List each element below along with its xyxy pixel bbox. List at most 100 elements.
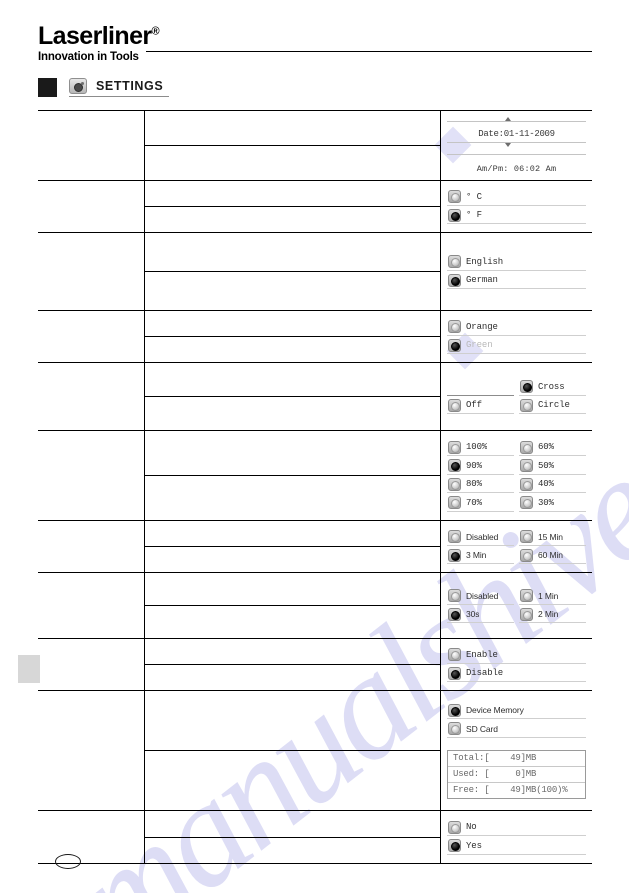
settings-row-storage: Device Memory SD Card Total:[ 49]MB Used: [… <box>38 691 592 811</box>
lcd-option-sd-card[interactable]: SD Card <box>447 721 586 738</box>
lcd-option-60[interactable]: 60% <box>519 440 586 456</box>
radio-unselected-icon[interactable] <box>448 440 461 454</box>
lcd-option-1-min[interactable]: 1 Min <box>519 588 586 605</box>
lcd-option-off[interactable]: Off <box>447 398 514 414</box>
radio-unselected-icon[interactable] <box>448 190 461 203</box>
lcd-option-label: SD Card <box>466 723 498 734</box>
arrow-up-icon[interactable] <box>504 117 511 121</box>
radio-selected-icon[interactable] <box>448 548 461 562</box>
memory-used-value: Used: [ 0]MB <box>448 767 585 783</box>
radio-selected-icon[interactable] <box>448 703 461 717</box>
radio-unselected-icon[interactable] <box>520 398 533 412</box>
lcd-option-disabled[interactable]: Disabled <box>447 529 514 546</box>
radio-unselected-icon[interactable] <box>448 722 461 735</box>
lcd-option-row: Enable <box>447 647 586 664</box>
lcd-option-no[interactable]: No <box>447 820 586 836</box>
radio-unselected-icon[interactable] <box>448 530 461 543</box>
radio-unselected-icon[interactable] <box>520 589 533 602</box>
date-value: Date:01-11-2009 <box>478 129 555 139</box>
column-icon-cell <box>38 181 145 232</box>
lcd-option-100[interactable]: 100% <box>447 440 514 456</box>
radio-unselected-icon[interactable] <box>448 648 461 661</box>
lcd-option-40[interactable]: 40% <box>519 477 586 493</box>
description-sub-row <box>145 691 440 751</box>
description-sub-row <box>145 838 440 864</box>
radio-unselected-icon[interactable] <box>520 440 533 454</box>
lcd-option-90[interactable]: 90% <box>447 458 514 475</box>
description-sub-row <box>145 337 440 362</box>
lcd-option-label: Yes <box>466 840 482 851</box>
radio-selected-icon[interactable] <box>448 607 461 621</box>
lcd-option-f[interactable]: ° F <box>447 208 586 224</box>
lcd-option-label: Disable <box>466 668 504 678</box>
lcd-option-row: Device Memory <box>447 703 586 719</box>
radio-selected-icon[interactable] <box>448 338 461 352</box>
radio-selected-icon[interactable] <box>448 459 461 472</box>
radio-unselected-icon[interactable] <box>448 496 461 509</box>
radio-unselected-icon[interactable] <box>520 477 533 491</box>
lcd-option-70[interactable]: 70% <box>447 495 514 512</box>
radio-unselected-icon[interactable] <box>520 496 533 509</box>
column-icon-cell <box>38 111 145 180</box>
lcd-option-cross[interactable]: Cross <box>519 379 586 396</box>
radio-unselected-icon[interactable] <box>520 607 533 621</box>
lcd-option-disabled[interactable]: Disabled <box>447 588 514 605</box>
lcd-option-row: SD Card <box>447 721 586 738</box>
column-description-cell <box>145 111 441 180</box>
memory-free-value: Free: [ 49]MB(100)% <box>453 785 568 795</box>
lcd-screen-auto-power-off: Disabled 15 Min 3 Min 60 Min <box>447 529 586 564</box>
lcd-option-label: 50% <box>538 460 554 471</box>
settings-row-language: English German <box>38 233 592 311</box>
lcd-screen-temperature-unit: ° C ° F <box>447 189 586 224</box>
lcd-option-60-min[interactable]: 60 Min <box>519 548 586 564</box>
page-edge-tab <box>18 655 40 683</box>
lcd-option-device-memory[interactable]: Device Memory <box>447 703 586 719</box>
lcd-option-enable[interactable]: Enable <box>447 647 586 664</box>
description-sub-row <box>145 665 440 690</box>
lcd-option-green[interactable]: Green <box>447 338 586 354</box>
lcd-option-50[interactable]: 50% <box>519 458 586 475</box>
lcd-option-label: Orange <box>466 321 498 332</box>
lcd-option-row: Green <box>447 338 586 354</box>
radio-selected-icon[interactable] <box>448 208 461 222</box>
lcd-option-15-min[interactable]: 15 Min <box>519 529 586 546</box>
radio-unselected-icon[interactable] <box>448 820 461 834</box>
radio-unselected-icon[interactable] <box>448 255 461 268</box>
settings-title-group: SETTINGS <box>69 78 170 97</box>
radio-selected-icon[interactable] <box>448 273 461 287</box>
lcd-option-english[interactable]: English <box>447 254 586 271</box>
lcd-option-30[interactable]: 30% <box>519 495 586 512</box>
date-field[interactable]: Date:01-11-2009 <box>447 117 586 147</box>
lcd-screen-screen-saver: Disabled 1 Min 30s 2 Min <box>447 588 586 623</box>
lcd-option-disable[interactable]: Disable <box>447 666 586 682</box>
radio-unselected-icon[interactable] <box>520 548 533 562</box>
lcd-option-2-min[interactable]: 2 Min <box>519 607 586 623</box>
radio-unselected-icon[interactable] <box>448 398 461 412</box>
time-field[interactable]: Am/Pm: 06:02 Am <box>447 154 586 176</box>
radio-selected-icon[interactable] <box>448 666 461 680</box>
settings-row-auto-power-off: Disabled 15 Min 3 Min 60 Min <box>38 521 592 573</box>
description-sub-row <box>145 431 440 476</box>
lcd-option-yes[interactable]: Yes <box>447 838 586 855</box>
radio-selected-icon[interactable] <box>520 380 533 393</box>
radio-unselected-icon[interactable] <box>448 477 461 491</box>
description-sub-row <box>145 751 440 810</box>
lcd-option-label: German <box>466 275 498 285</box>
lcd-screen-storage: Device Memory SD Card Total:[ 49]MB Used: [… <box>447 703 586 799</box>
radio-unselected-icon[interactable] <box>448 589 461 602</box>
lcd-option-30s[interactable]: 30s <box>447 607 514 623</box>
arrow-down-icon[interactable] <box>504 143 511 147</box>
lcd-option-3-min[interactable]: 3 Min <box>447 548 514 564</box>
lcd-option-german[interactable]: German <box>447 273 586 289</box>
lcd-option-placeholder <box>447 379 514 396</box>
lcd-option-c[interactable]: ° C <box>447 189 586 206</box>
radio-selected-icon[interactable] <box>448 839 461 852</box>
lcd-option-80[interactable]: 80% <box>447 477 514 493</box>
radio-unselected-icon[interactable] <box>448 320 461 333</box>
radio-unselected-icon[interactable] <box>520 530 533 543</box>
lcd-option-orange[interactable]: Orange <box>447 319 586 336</box>
lcd-option-circle[interactable]: Circle <box>519 398 586 414</box>
radio-unselected-icon[interactable] <box>520 459 533 472</box>
lcd-option-label: Circle <box>538 400 570 410</box>
description-sub-row <box>145 547 440 572</box>
